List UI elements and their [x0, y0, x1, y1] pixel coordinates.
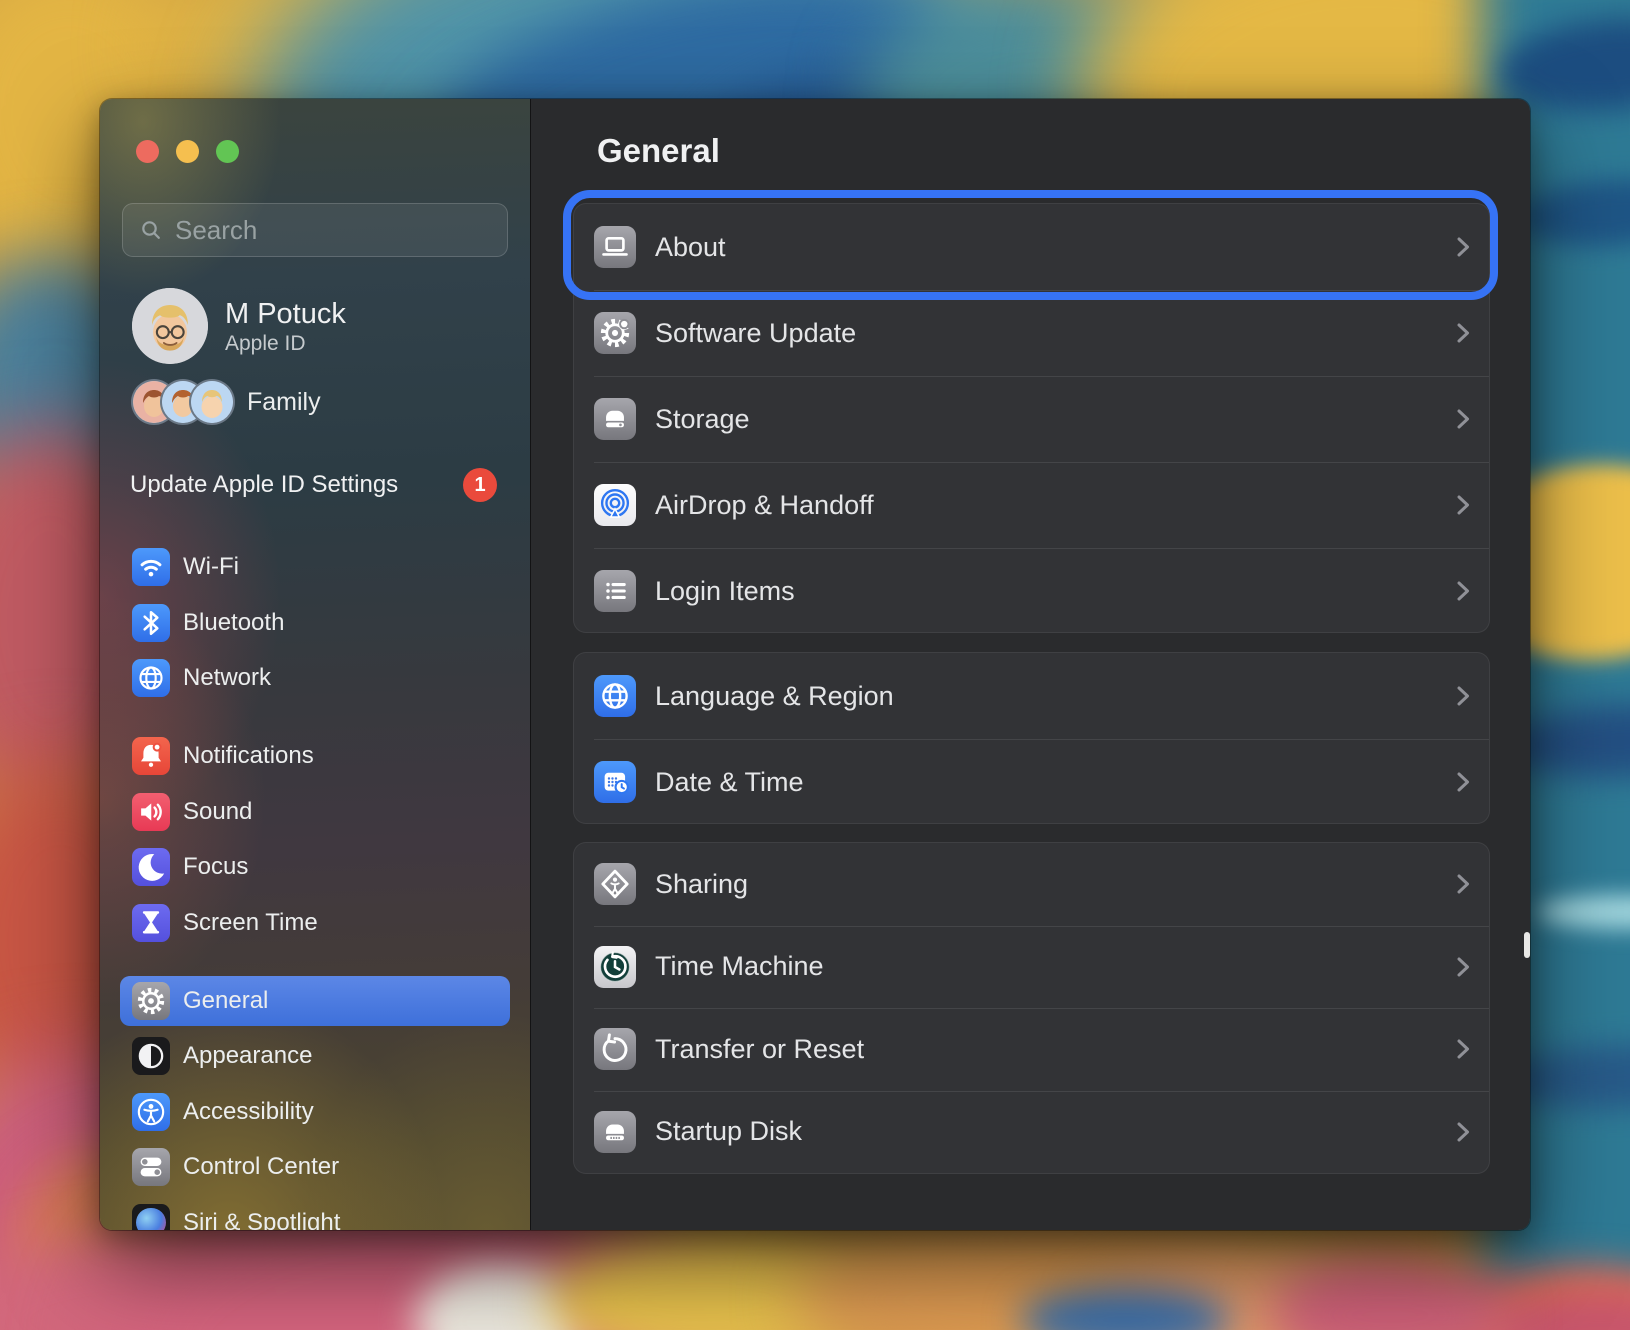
family-row[interactable]: Family — [131, 379, 321, 425]
chevron-right-icon — [1448, 681, 1478, 711]
row-transfer-reset[interactable]: Transfer or Reset — [574, 1008, 1489, 1091]
moon-icon — [132, 848, 170, 886]
row-startup-disk[interactable]: Startup Disk — [574, 1091, 1489, 1174]
sidebar-item-notifications[interactable]: Notifications — [120, 731, 510, 781]
notification-badge: 1 — [463, 468, 497, 502]
profile-name: M Potuck — [225, 297, 346, 331]
zoom-button[interactable] — [216, 140, 239, 163]
settings-group-1: About Software Update — [573, 203, 1490, 633]
accessibility-icon — [132, 1093, 170, 1131]
apple-id-profile[interactable]: M Potuck Apple ID — [132, 288, 346, 364]
sidebar-item-sound[interactable]: Sound — [120, 787, 510, 837]
sidebar-item-accessibility[interactable]: Accessibility — [120, 1087, 510, 1137]
family-label: Family — [247, 388, 321, 417]
speaker-icon — [132, 793, 170, 831]
siri-icon — [132, 1204, 170, 1231]
settings-sidebar: M Potuck Apple ID Family Update Apple ID… — [100, 99, 530, 1230]
drive-icon — [594, 398, 636, 440]
sharing-icon — [594, 863, 636, 905]
row-sharing[interactable]: Sharing — [574, 843, 1489, 926]
sidebar-item-bluetooth[interactable]: Bluetooth — [120, 598, 510, 648]
sidebar-nav: Wi-Fi Bluetooth Network — [120, 542, 510, 1230]
sidebar-item-wifi[interactable]: Wi-Fi — [120, 542, 510, 592]
chevron-right-icon — [1448, 576, 1478, 606]
row-storage[interactable]: Storage — [574, 376, 1489, 462]
globe-icon — [594, 675, 636, 717]
airdrop-icon — [594, 484, 636, 526]
chevron-right-icon — [1448, 952, 1478, 982]
sidebar-item-general[interactable]: General — [120, 976, 510, 1026]
globe-icon — [132, 659, 170, 697]
window-controls — [136, 140, 239, 163]
sidebar-item-focus[interactable]: Focus — [120, 842, 510, 892]
avatar — [132, 288, 208, 364]
bell-icon — [132, 737, 170, 775]
chevron-right-icon — [1448, 869, 1478, 899]
row-about[interactable]: About — [574, 204, 1489, 290]
row-software-update[interactable]: Software Update — [574, 290, 1489, 376]
row-time-machine[interactable]: Time Machine — [574, 926, 1489, 1009]
update-apple-id-label: Update Apple ID Settings — [130, 471, 398, 499]
transfer-icon — [594, 1028, 636, 1070]
sidebar-item-screen-time[interactable]: Screen Time — [120, 898, 510, 948]
row-language-region[interactable]: Language & Region — [574, 653, 1489, 739]
window-edge-notch — [1524, 932, 1530, 958]
list-icon — [594, 570, 636, 612]
chevron-right-icon — [1448, 404, 1478, 434]
search-input[interactable] — [175, 215, 510, 246]
gear-badge-icon — [594, 312, 636, 354]
family-avatar — [189, 379, 235, 425]
search-field[interactable] — [122, 203, 508, 257]
time-machine-icon — [594, 946, 636, 988]
search-icon — [139, 218, 163, 242]
sidebar-item-appearance[interactable]: Appearance — [120, 1031, 510, 1081]
update-apple-id-settings[interactable]: Update Apple ID Settings 1 — [130, 467, 510, 503]
chevron-right-icon — [1448, 1034, 1478, 1064]
close-button[interactable] — [136, 140, 159, 163]
minimize-button[interactable] — [176, 140, 199, 163]
sidebar-item-network[interactable]: Network — [120, 653, 510, 703]
settings-group-3: Sharing Time Machine — [573, 842, 1490, 1174]
chevron-right-icon — [1448, 490, 1478, 520]
gear-icon — [132, 982, 170, 1020]
appearance-icon — [132, 1037, 170, 1075]
calendar-clock-icon — [594, 761, 636, 803]
row-airdrop-handoff[interactable]: AirDrop & Handoff — [574, 462, 1489, 548]
page-title: General — [597, 132, 720, 170]
startup-disk-icon — [594, 1111, 636, 1153]
laptop-icon — [594, 226, 636, 268]
chevron-right-icon — [1448, 767, 1478, 797]
general-pane: General About — [530, 99, 1530, 1230]
row-login-items[interactable]: Login Items — [574, 548, 1489, 634]
chevron-right-icon — [1448, 232, 1478, 262]
row-date-time[interactable]: Date & Time — [574, 739, 1489, 825]
sidebar-item-siri-spotlight[interactable]: Siri & Spotlight — [120, 1198, 510, 1231]
sidebar-item-control-center[interactable]: Control Center — [120, 1142, 510, 1192]
settings-group-2: Language & Region Date & Time — [573, 652, 1490, 824]
chevron-right-icon — [1448, 318, 1478, 348]
wifi-icon — [132, 548, 170, 586]
profile-subtitle: Apple ID — [225, 331, 346, 356]
chevron-right-icon — [1448, 1117, 1478, 1147]
bluetooth-icon — [132, 604, 170, 642]
system-settings-window: M Potuck Apple ID Family Update Apple ID… — [100, 99, 1530, 1230]
toggles-icon — [132, 1148, 170, 1186]
hourglass-icon — [132, 904, 170, 942]
